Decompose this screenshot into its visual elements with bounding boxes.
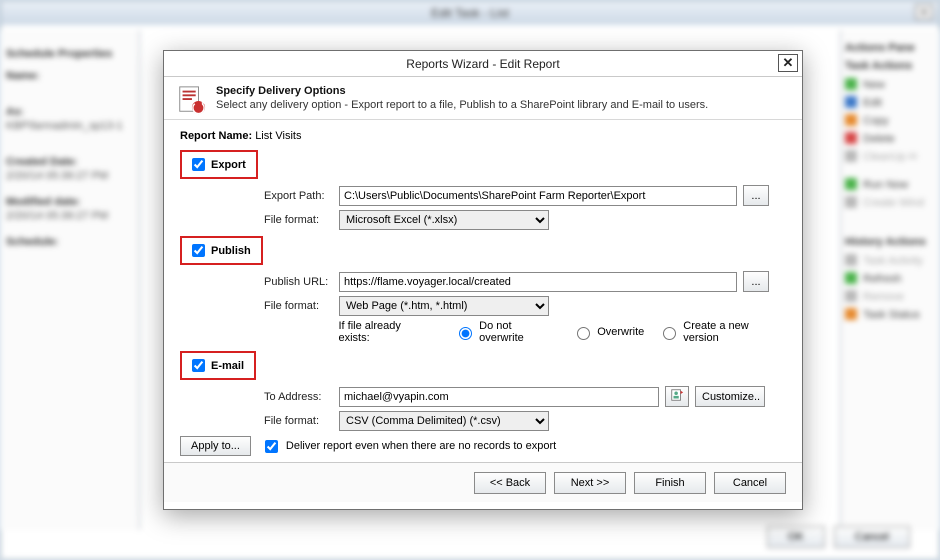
report-name-line: Report Name: List Visits xyxy=(180,130,786,142)
address-book-icon xyxy=(670,388,684,402)
radio-new-version[interactable]: Create a new version xyxy=(658,320,786,344)
close-button[interactable]: ✕ xyxy=(778,54,798,72)
to-address-input[interactable] xyxy=(339,387,659,407)
dialog-header: Specify Delivery Options Select any deli… xyxy=(164,77,802,120)
publish-url-label: Publish URL: xyxy=(264,276,339,288)
to-address-label: To Address: xyxy=(264,391,339,403)
parent-close-icon: × xyxy=(915,4,933,20)
radio-do-not-overwrite[interactable]: Do not overwrite xyxy=(454,320,558,344)
actions-pane: Actions Pane Task Actions New Edit Copy … xyxy=(840,30,940,530)
deliver-even-checkbox[interactable]: Deliver report even when there are no re… xyxy=(261,437,556,456)
radio-overwrite[interactable]: Overwrite xyxy=(572,324,644,340)
publish-browse-button[interactable]: ... xyxy=(743,271,769,292)
email-checkbox-input[interactable] xyxy=(192,359,205,372)
cancel-button[interactable]: Cancel xyxy=(714,472,786,494)
finish-button[interactable]: Finish xyxy=(634,472,706,494)
export-path-label: Export Path: xyxy=(264,190,339,202)
header-subtitle: Select any delivery option - Export repo… xyxy=(216,99,708,111)
parent-footer-buttons: OK Cancel xyxy=(761,526,910,548)
exists-label: If file already exists: xyxy=(338,320,434,344)
report-name-label: Report Name: xyxy=(180,130,252,142)
email-checkbox[interactable]: E-mail xyxy=(180,351,256,380)
back-button[interactable]: << Back xyxy=(474,472,546,494)
publish-checkbox-input[interactable] xyxy=(192,244,205,257)
reports-wizard-dialog: Reports Wizard - Edit Report ✕ Specify D… xyxy=(163,50,803,510)
export-format-select[interactable]: Microsoft Excel (*.xlsx) xyxy=(339,210,549,230)
customize-button[interactable]: Customize.. xyxy=(695,386,765,407)
export-format-label: File format: xyxy=(264,214,339,226)
email-format-label: File format: xyxy=(264,415,339,427)
parent-window-title: Edit Task - List × xyxy=(1,1,939,25)
address-book-button[interactable] xyxy=(665,386,689,407)
publish-checkbox[interactable]: Publish xyxy=(180,236,263,265)
dialog-title-text: Reports Wizard - Edit Report xyxy=(406,57,559,71)
publish-url-input[interactable] xyxy=(339,272,737,292)
dialog-titlebar: Reports Wizard - Edit Report ✕ xyxy=(164,51,802,77)
header-title: Specify Delivery Options xyxy=(216,85,708,97)
export-browse-button[interactable]: ... xyxy=(743,185,769,206)
export-checkbox-input[interactable] xyxy=(192,158,205,171)
report-name-value: List Visits xyxy=(255,130,301,142)
next-button[interactable]: Next >> xyxy=(554,472,626,494)
publish-format-label: File format: xyxy=(264,300,339,312)
publish-format-select[interactable]: Web Page (*.htm, *.html) xyxy=(339,296,549,316)
apply-to-button[interactable]: Apply to... xyxy=(180,436,251,456)
export-checkbox[interactable]: Export xyxy=(180,150,258,179)
report-icon xyxy=(176,85,206,113)
email-format-select[interactable]: CSV (Comma Delimited) (*.csv) xyxy=(339,411,549,431)
dialog-footer: << Back Next >> Finish Cancel xyxy=(164,462,802,502)
export-path-input[interactable] xyxy=(339,186,737,206)
left-properties-pane: Schedule Properties Name: As: KBP\farmad… xyxy=(0,30,140,530)
